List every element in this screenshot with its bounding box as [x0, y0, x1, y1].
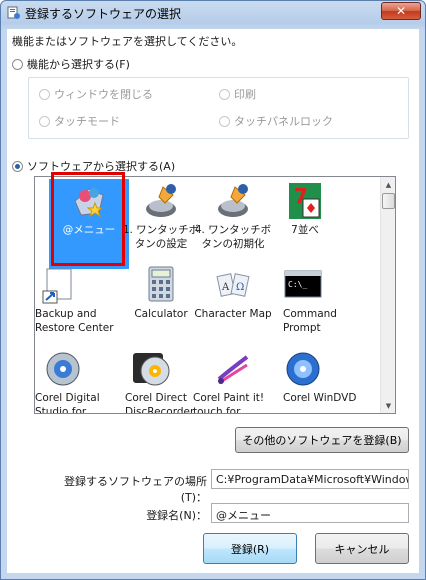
list-item-onetouch-setup[interactable]: 1. ワンタッチボタンの設定: [121, 179, 201, 269]
function-choice-label: ウィンドウを閉じる: [54, 88, 153, 101]
function-option-label: 機能から選択する(F): [27, 58, 130, 71]
scroll-down-icon[interactable]: ▼: [382, 398, 395, 413]
reg-name-label: 登録名(N)：: [146, 509, 207, 522]
function-choice-label: タッチパネルロック: [234, 115, 333, 128]
list-item-label: Corel WinDVD: [283, 392, 357, 404]
function-option-radio[interactable]: 機能から選択する(F): [12, 56, 130, 72]
function-choice-print: 印刷: [219, 86, 256, 102]
list-scrollbar[interactable]: ▲ ▼: [380, 177, 395, 413]
radio-button[interactable]: [12, 58, 23, 70]
list-item-calculator[interactable]: Calculator: [121, 263, 201, 353]
function-choice-label: タッチモード: [54, 115, 120, 128]
scroll-thumb[interactable]: [382, 193, 395, 209]
list-item-label: Corel Digital Studio for FUJITSU: [35, 392, 100, 414]
function-choice-touch-mode: タッチモード: [39, 113, 120, 129]
location-label: 登録するソフトウェアの場所(T)：: [64, 475, 207, 504]
list-item-card-game[interactable]: 7 7並べ: [265, 179, 345, 269]
character-map-icon: A Ω: [216, 273, 250, 297]
scroll-up-icon[interactable]: ▲: [382, 177, 395, 192]
list-item-corel-digital-studio[interactable]: Corel Digital Studio for FUJITSU: [35, 347, 111, 413]
list-item-label: 4. ワンタッチボタンの初期化: [194, 224, 272, 250]
at-menu-icon: [74, 188, 104, 218]
svg-text:C:\_: C:\_: [288, 280, 307, 289]
dialog-window: 登録するソフトウェアの選択 ✕ 機能またはソフトウェアを選択してください。 機能…: [0, 0, 426, 580]
list-item-label: 1. ワンタッチボタンの設定: [122, 224, 200, 250]
register-other-software-button[interactable]: その他のソフトウェアを登録(B): [235, 427, 409, 453]
list-item-label: Calculator: [134, 308, 188, 320]
list-item-label: 7並べ: [291, 224, 319, 236]
instruction-text: 機能またはソフトウェアを選択してください。: [12, 35, 243, 48]
radio-button[interactable]: [12, 160, 23, 172]
corel-windvd-icon: [286, 352, 320, 386]
software-option-label: ソフトウェアから選択する(A): [27, 160, 176, 173]
onetouch-reset-icon: [218, 184, 248, 217]
onetouch-setup-icon: [146, 184, 176, 217]
app-icon: [7, 6, 20, 19]
svg-text:Ω: Ω: [236, 282, 244, 293]
close-button[interactable]: ✕: [381, 2, 421, 20]
function-choice-label: 印刷: [234, 88, 256, 101]
window-title: 登録するソフトウェアの選択: [25, 7, 182, 21]
corel-digital-studio-icon: [46, 352, 80, 386]
list-item-label: Character Map: [194, 308, 272, 320]
card-game-icon: 7: [289, 183, 321, 219]
list-item-corel-paint[interactable]: Corel Paint it! touch for FUJITSU: [193, 347, 273, 414]
list-item-command-prompt[interactable]: C:\_ Command Prompt: [279, 263, 359, 353]
close-icon: ✕: [395, 4, 407, 18]
cancel-button[interactable]: キャンセル: [315, 533, 409, 564]
corel-disc-recorder-icon: [133, 353, 170, 386]
list-item-onetouch-reset[interactable]: 4. ワンタッチボタンの初期化: [193, 179, 273, 269]
radio-button: [39, 115, 50, 127]
radio-button: [219, 88, 230, 100]
list-item-label: @メニュー: [62, 224, 116, 236]
reg-name-field[interactable]: @メニュー: [211, 503, 409, 523]
list-item-corel-disc-recorder[interactable]: Corel Direct DiscRecorder: [121, 347, 201, 413]
list-item-character-map[interactable]: A Ω Character Map: [193, 263, 273, 353]
function-choice-touch-panel-lock: タッチパネルロック: [219, 113, 333, 129]
list-item-backup[interactable]: Backup and Restore Center: [35, 263, 114, 353]
software-list[interactable]: @メニュー 1. ワンタッチボタンの設定 4. ワンタッチボタンの初期化 7 7…: [34, 176, 396, 414]
svg-text:A: A: [221, 282, 230, 293]
list-item-label: Command Prompt: [283, 308, 337, 334]
backup-icon: [42, 268, 72, 304]
calculator-icon: [148, 266, 174, 302]
list-item-at-menu[interactable]: @メニュー: [49, 179, 129, 269]
software-option-radio[interactable]: ソフトウェアから選択する(A): [12, 158, 175, 174]
function-choice-close-window: ウィンドウを閉じる: [39, 86, 153, 102]
corel-paint-icon: [217, 355, 249, 385]
list-item-label: Corel Paint it! touch for FUJITSU: [193, 392, 265, 414]
list-item-label: Backup and Restore Center: [35, 308, 114, 334]
command-prompt-icon: C:\_: [284, 270, 322, 298]
location-field[interactable]: C:¥ProgramData¥Microsoft¥Windows¥Start: [211, 469, 409, 489]
radio-button: [39, 88, 50, 100]
list-item-corel-windvd[interactable]: Corel WinDVD: [279, 347, 359, 413]
title-bar[interactable]: 登録するソフトウェアの選択 ✕: [1, 1, 425, 25]
dialog-body: 機能またはソフトウェアを選択してください。 機能から選択する(F) ウィンドウを…: [7, 29, 419, 573]
register-button[interactable]: 登録(R): [203, 533, 297, 564]
radio-button: [219, 115, 230, 127]
